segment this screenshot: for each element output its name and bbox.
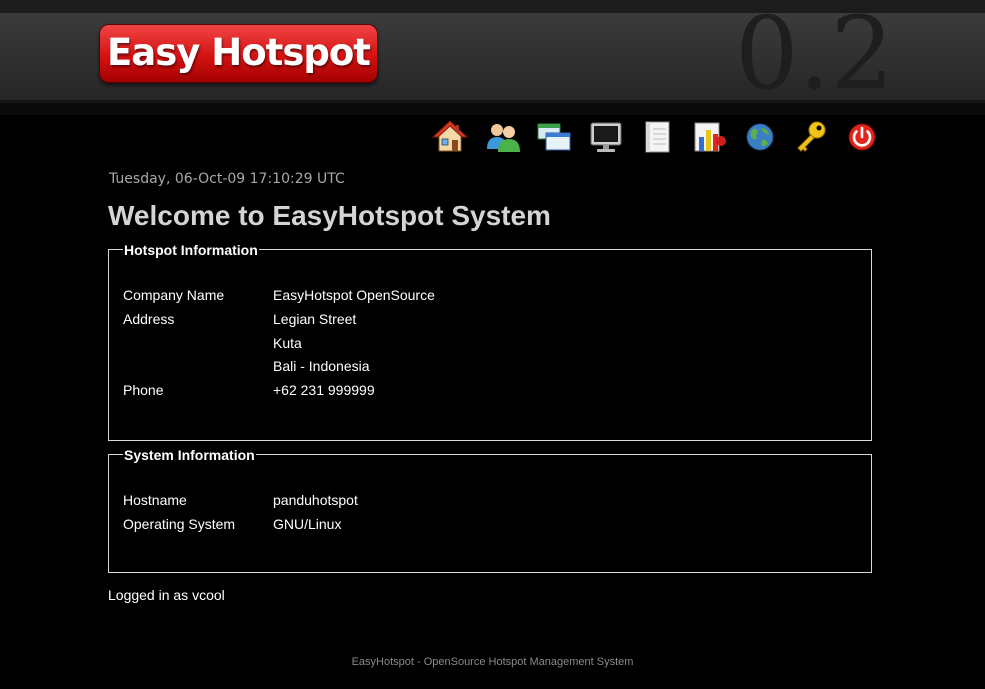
- system-information-panel: System Information Hostname panduhotspot…: [108, 445, 872, 573]
- monitor-button[interactable]: [588, 119, 624, 155]
- report-button[interactable]: [691, 119, 727, 155]
- phone-value: +62 231 999999: [273, 382, 375, 398]
- home-button[interactable]: [432, 119, 468, 155]
- windows-icon: [537, 123, 571, 151]
- address-line-3: Bali - Indonesia: [273, 358, 370, 374]
- power-button[interactable]: [844, 119, 880, 155]
- users-icon: [487, 124, 520, 152]
- globe-button[interactable]: [742, 119, 778, 155]
- footer-text: EasyHotspot - OpenSource Hotspot Managem…: [351, 656, 634, 668]
- power-icon: [848, 123, 876, 151]
- windows-button[interactable]: [536, 119, 572, 155]
- address-label: Address: [123, 311, 175, 327]
- notepad-button[interactable]: [639, 119, 675, 155]
- company-value: EasyHotspot OpenSource: [273, 287, 435, 303]
- key-button[interactable]: [793, 119, 829, 155]
- os-value: GNU/Linux: [273, 516, 342, 532]
- main-toolbar: [432, 119, 878, 155]
- page-title: Welcome to EasyHotspot System: [108, 200, 551, 231]
- report-icon: [694, 122, 726, 152]
- hostname-value: panduhotspot: [273, 492, 358, 508]
- hotspot-information-panel: Hotspot Information Company Name EasyHot…: [108, 240, 872, 441]
- logo-text: Easy Hotspot: [107, 30, 371, 74]
- key-icon: [797, 121, 826, 152]
- hotspot-information-legend: Hotspot Information: [123, 240, 259, 260]
- address-line-2: Kuta: [273, 335, 302, 351]
- hostname-label: Hostname: [123, 492, 187, 508]
- logged-in-status: Logged in as vcool: [108, 587, 225, 603]
- header-shadow: [0, 103, 985, 115]
- address-line-1: Legian Street: [273, 311, 357, 327]
- current-datetime: Tuesday, 06-Oct-09 17:10:29 UTC: [109, 171, 345, 187]
- logo[interactable]: Easy Hotspot: [100, 25, 377, 82]
- monitor-icon: [590, 122, 622, 152]
- version-number: 0.2: [735, 4, 895, 100]
- system-information-legend: System Information: [123, 445, 256, 465]
- os-label: Operating System: [123, 516, 236, 532]
- home-icon: [432, 120, 468, 152]
- users-button[interactable]: [485, 119, 521, 155]
- phone-label: Phone: [123, 382, 164, 398]
- company-label: Company Name: [123, 287, 225, 303]
- page: Easy Hotspot 0.2 Tuesday, 06-Oct-09 17:1…: [0, 0, 985, 689]
- globe-icon: [746, 123, 774, 151]
- notepad-icon: [645, 121, 670, 153]
